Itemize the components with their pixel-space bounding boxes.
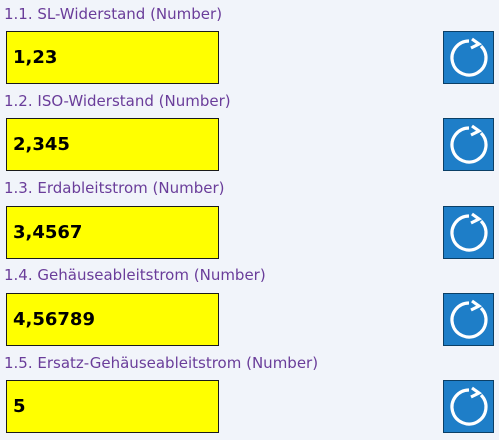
- ersatz-gehaeuseableitstrom-input[interactable]: [6, 380, 219, 433]
- field-label-sl-widerstand: 1.1. SL-Widerstand (Number): [4, 5, 223, 23]
- field-label-gehaeuseableitstrom: 1.4. Gehäuseableitstrom (Number): [4, 266, 266, 284]
- refresh-icon: [449, 124, 488, 164]
- iso-widerstand-input[interactable]: [6, 118, 219, 171]
- reset-button-sl-widerstand[interactable]: [443, 31, 494, 84]
- refresh-icon: [449, 37, 488, 77]
- reset-button-gehaeuseableitstrom[interactable]: [443, 293, 494, 346]
- field-label-erdableitstrom: 1.3. Erdableitstrom (Number): [4, 179, 225, 197]
- refresh-icon: [449, 299, 488, 339]
- reset-button-erdableitstrom[interactable]: [443, 206, 494, 259]
- erdableitstrom-input[interactable]: [6, 206, 219, 259]
- field-label-ersatz-gehaeuseableitstrom: 1.5. Ersatz-Gehäuseableitstrom (Number): [4, 354, 319, 372]
- reset-button-iso-widerstand[interactable]: [443, 118, 494, 171]
- reset-button-ersatz-gehaeuseableitstrom[interactable]: [443, 380, 494, 433]
- sl-widerstand-input[interactable]: [6, 31, 219, 84]
- field-label-iso-widerstand: 1.2. ISO-Widerstand (Number): [4, 92, 231, 110]
- refresh-icon: [449, 212, 488, 252]
- refresh-icon: [449, 386, 488, 426]
- gehaeuseableitstrom-input[interactable]: [6, 293, 219, 346]
